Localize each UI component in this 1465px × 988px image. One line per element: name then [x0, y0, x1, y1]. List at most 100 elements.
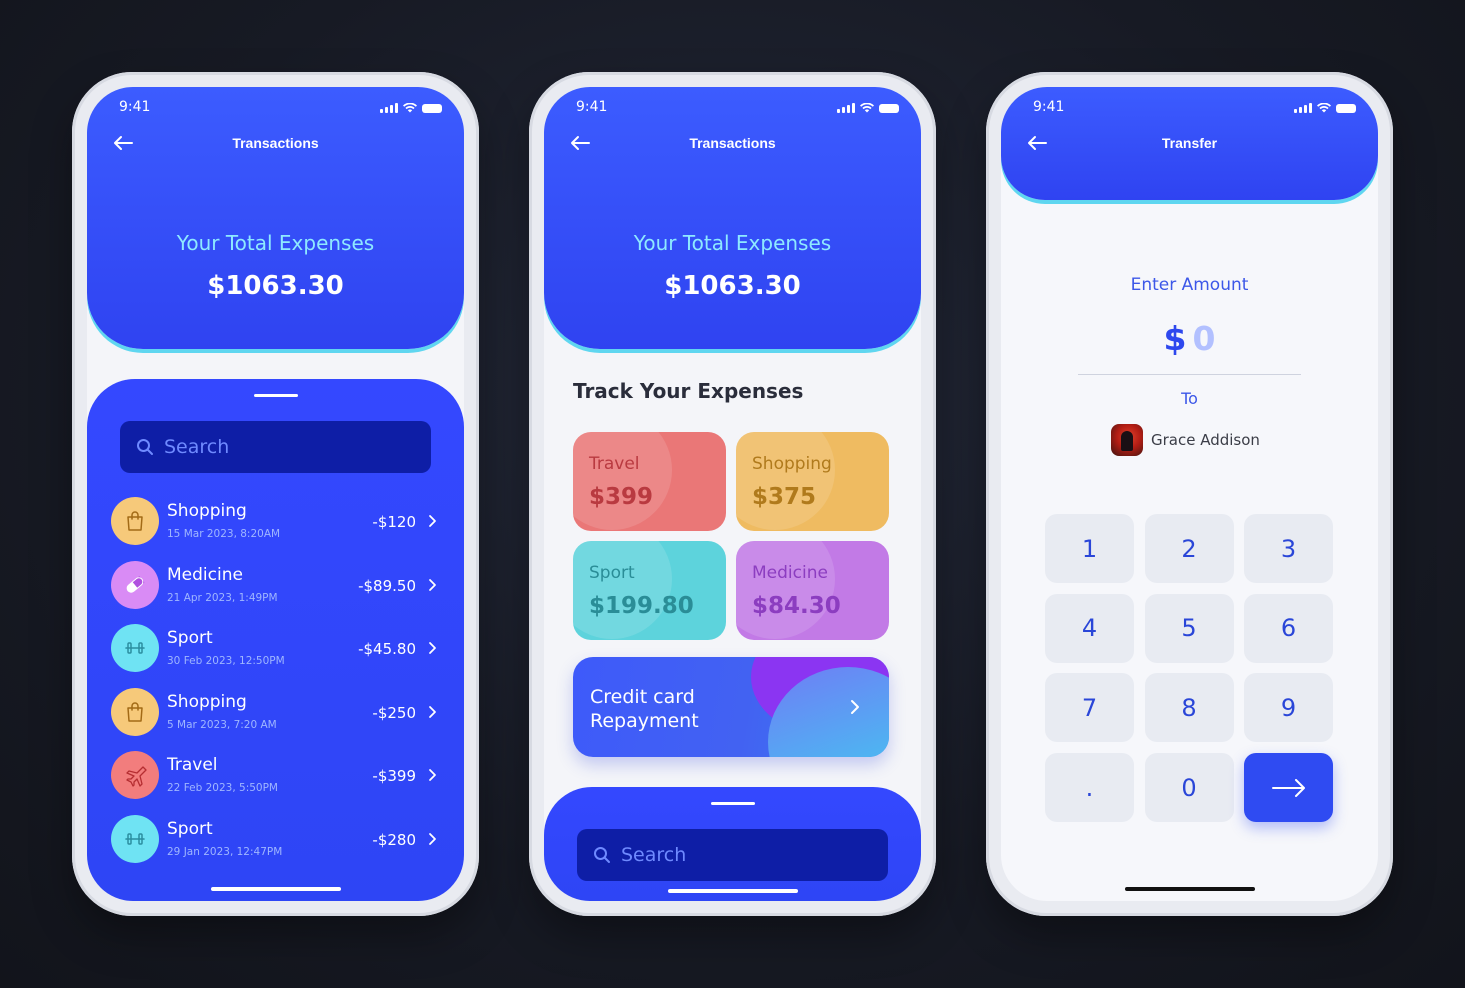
- screen: 9:41 Transfer Enter Amount $0 To Grace A…: [1001, 87, 1378, 901]
- expense-card-label: Shopping: [752, 454, 832, 474]
- total-expenses-value: $1063.30: [207, 271, 344, 301]
- enter-amount-label: Enter Amount: [1130, 275, 1249, 295]
- transaction-row[interactable]: Medicine 21 Apr 2023, 1:49PM -$89.50: [109, 557, 442, 613]
- transaction-amount: -$89.50: [358, 576, 416, 595]
- expense-card-sport[interactable]: Sport $199.80: [573, 541, 726, 640]
- battery-icon: [879, 104, 899, 113]
- amount-display[interactable]: $0: [1001, 319, 1378, 358]
- chevron-right-icon: [429, 769, 436, 781]
- keypad-key-1[interactable]: 1: [1045, 514, 1134, 583]
- shopping-bag-icon: [111, 497, 159, 545]
- transaction-name: Sport: [167, 818, 213, 839]
- header: 9:41 Transactions Your Total Expenses $1…: [544, 87, 921, 349]
- total-expenses-label: Your Total Expenses: [176, 231, 375, 255]
- transaction-row[interactable]: Sport 30 Feb 2023, 12:50PM -$45.80: [109, 620, 442, 676]
- phone-track-expenses: 9:41 Transactions Your Total Expenses $1…: [529, 72, 936, 916]
- transactions-sheet: Search Shopping 15 Mar 2023, 8:20AM -$120 M…: [87, 379, 464, 901]
- status-bar: 9:41: [576, 99, 899, 119]
- transaction-amount: -$280: [372, 830, 416, 849]
- phone-transfer: 9:41 Transfer Enter Amount $0 To Grace A…: [986, 72, 1393, 916]
- keypad-key-5[interactable]: 5: [1144, 593, 1234, 663]
- wifi-icon: [403, 103, 417, 113]
- keypad-key-6[interactable]: 6: [1244, 593, 1333, 663]
- search-sheet: Search: [544, 787, 921, 901]
- shopping-bag-icon: [111, 687, 159, 736]
- header: 9:41 Transfer: [1001, 87, 1378, 200]
- battery-icon: [422, 104, 442, 113]
- expense-card-label: Travel: [589, 454, 640, 474]
- status-time: 9:41: [1033, 99, 1065, 115]
- search-input[interactable]: Search: [120, 421, 431, 473]
- header: 9:41 Transactions Your Total Expenses $1…: [87, 87, 464, 349]
- transaction-name: Sport: [167, 628, 213, 648]
- signal-icon: [380, 103, 398, 113]
- status-time: 9:41: [119, 99, 151, 115]
- airplane-icon: [111, 751, 159, 799]
- keypad-key-4[interactable]: 4: [1045, 593, 1134, 663]
- wifi-icon: [860, 103, 874, 113]
- arrow-right-icon: [1271, 778, 1305, 797]
- page-title: Transactions: [232, 135, 319, 151]
- transaction-name: Travel: [167, 755, 218, 775]
- track-expenses-title: Track Your Expenses: [573, 379, 804, 403]
- search-placeholder: Search: [621, 844, 687, 866]
- search-input[interactable]: Search: [577, 829, 888, 881]
- expense-card-value: $375: [752, 484, 817, 510]
- status-time: 9:41: [576, 99, 608, 115]
- transaction-name: Medicine: [167, 564, 243, 585]
- page-title: Transfer: [1161, 135, 1218, 151]
- transaction-row[interactable]: Travel 22 Feb 2023, 5:50PM -$399: [109, 747, 442, 803]
- keypad-key-decimal[interactable]: .: [1045, 753, 1134, 823]
- expense-card-medicine[interactable]: Medicine $84.30: [736, 541, 889, 640]
- chevron-right-icon: [429, 515, 436, 527]
- transaction-amount: -$250: [372, 703, 416, 722]
- sheet-grabber[interactable]: [253, 394, 298, 397]
- page-title: Transactions: [689, 135, 776, 151]
- currency-symbol: $: [1163, 319, 1187, 358]
- transaction-date: 29 Jan 2023, 12:47PM: [167, 845, 283, 858]
- signal-icon: [837, 103, 855, 113]
- expense-card-value: $399: [589, 484, 654, 510]
- wifi-icon: [1317, 103, 1331, 113]
- recipient[interactable]: Grace Addison: [1111, 424, 1260, 456]
- keypad-key-8[interactable]: 8: [1144, 673, 1234, 743]
- battery-icon: [1336, 104, 1356, 113]
- search-icon: [594, 847, 610, 863]
- home-indicator: [210, 887, 341, 891]
- expense-card-value: $199.80: [589, 593, 694, 619]
- to-label: To: [1181, 389, 1198, 408]
- chevron-right-icon: [429, 578, 436, 591]
- keypad-key-3[interactable]: 3: [1244, 514, 1333, 583]
- status-bar: 9:41: [1033, 99, 1356, 119]
- keypad-key-9[interactable]: 9: [1244, 673, 1333, 743]
- transaction-row[interactable]: Shopping 15 Mar 2023, 8:20AM -$120: [109, 493, 442, 549]
- keypad-key-7[interactable]: 7: [1045, 673, 1134, 743]
- transaction-date: 15 Mar 2023, 8:20AM: [167, 528, 281, 540]
- expense-card-shopping[interactable]: Shopping $375: [736, 432, 889, 531]
- sheet-grabber[interactable]: [710, 802, 755, 805]
- recipient-avatar: [1111, 424, 1143, 456]
- credit-card-label-line1: Credit card: [590, 686, 695, 708]
- chevron-right-icon: [851, 700, 859, 714]
- recipient-name: Grace Addison: [1151, 431, 1260, 449]
- divider: [1078, 374, 1301, 375]
- transaction-amount: -$45.80: [358, 640, 416, 658]
- submit-arrow-button[interactable]: [1244, 753, 1333, 822]
- amount-value: 0: [1192, 319, 1216, 358]
- transaction-name: Shopping: [167, 501, 247, 521]
- transaction-row[interactable]: Shopping 5 Mar 2023, 7:20 AM -$250: [109, 684, 442, 740]
- transaction-amount: -$399: [372, 767, 416, 785]
- chevron-right-icon: [429, 642, 436, 654]
- keypad-key-0[interactable]: 0: [1144, 753, 1234, 823]
- screen: 9:41 Transactions Your Total Expenses $1…: [544, 87, 921, 901]
- credit-card-repayment-card[interactable]: Credit card Repayment: [573, 657, 889, 757]
- transaction-date: 5 Mar 2023, 7:20 AM: [167, 718, 277, 731]
- credit-card-label-line2: Repayment: [590, 710, 699, 732]
- pill-icon: [111, 560, 159, 609]
- keypad-key-2[interactable]: 2: [1144, 514, 1234, 583]
- expense-card-label: Medicine: [752, 563, 828, 583]
- total-expenses-value: $1063.30: [664, 271, 801, 301]
- transaction-row[interactable]: Sport 29 Jan 2023, 12:47PM -$280: [109, 811, 442, 867]
- expense-card-travel[interactable]: Travel $399: [573, 432, 726, 531]
- expense-card-label: Sport: [589, 563, 635, 583]
